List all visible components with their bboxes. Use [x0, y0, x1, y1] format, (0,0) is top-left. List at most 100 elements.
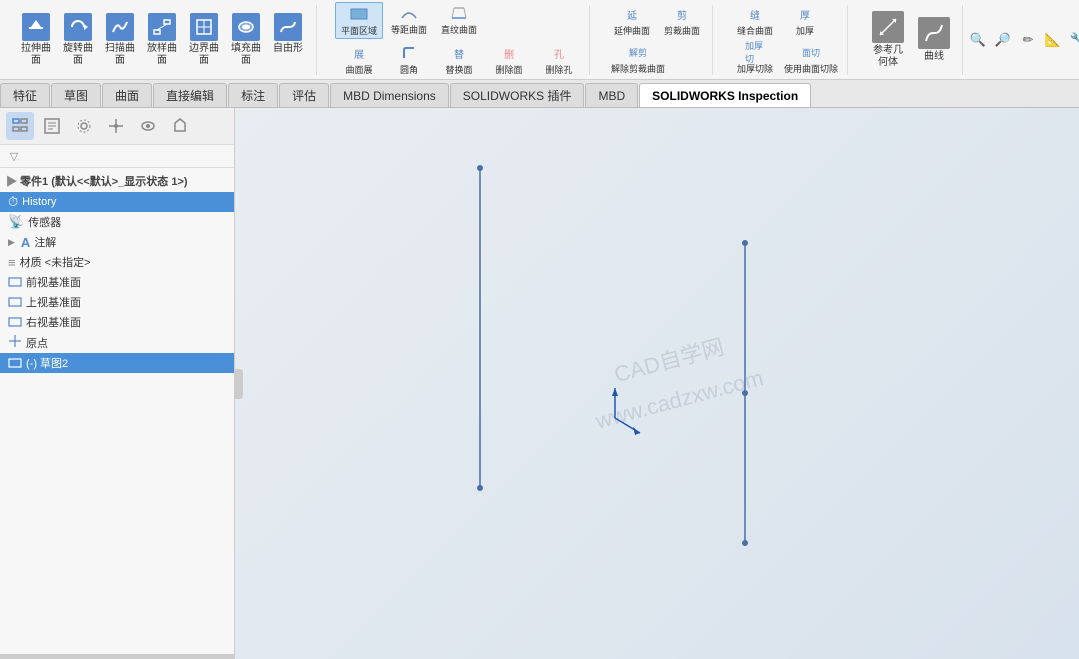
annotation-chevron: ▶ — [8, 237, 15, 248]
material-label: 材质 <未指定> — [20, 254, 226, 270]
front-plane-icon — [8, 275, 22, 290]
tab-solidworks-plugin[interactable]: SOLIDWORKS 插件 — [450, 83, 585, 107]
loft-surface-btn[interactable]: 放样曲面 — [142, 11, 182, 69]
rotate-surface-btn[interactable]: 旋转曲面 — [58, 11, 98, 69]
edit-icon[interactable]: ✏ — [1017, 29, 1039, 51]
tab-dimension[interactable]: 标注 — [228, 83, 278, 107]
canvas-area[interactable]: CAD自学网www.cadzxw.com — [235, 108, 1079, 659]
thicken-btn[interactable]: 厚 加厚 — [781, 3, 829, 38]
settings-icon[interactable]: 🔧 — [1067, 29, 1079, 51]
fillet-icon — [399, 43, 419, 63]
trim-surface-label: 剪裁曲面 — [664, 24, 700, 37]
watermark: CAD自学网www.cadzxw.com — [581, 319, 768, 440]
sensor-icon: 📡 — [8, 214, 24, 230]
sidebar-resize-handle[interactable] — [0, 654, 234, 659]
search-icon[interactable]: 🔍 — [967, 29, 989, 51]
plane-region-label: 平面区域 — [341, 24, 377, 37]
freeform-btn[interactable]: 自由形 — [268, 11, 308, 69]
reference-geometry-btn[interactable]: 参考几何体 — [868, 9, 908, 71]
extend-surface-btn[interactable]: 延 延伸曲面 — [608, 3, 656, 38]
pull-surface-btn[interactable]: 拉伸曲面 — [16, 11, 56, 69]
top-plane-icon — [8, 295, 22, 310]
tree-item-sensor[interactable]: 📡 传感器 — [0, 212, 234, 232]
tree-item-right-plane[interactable]: 右视基准面 — [0, 312, 234, 332]
knit-surface-btn[interactable]: 缝 缝合曲面 — [731, 3, 779, 38]
display-icon-btn[interactable] — [134, 112, 162, 140]
fill-surface-btn[interactable]: 填充曲面 — [226, 11, 266, 69]
tab-mbd-dimensions[interactable]: MBD Dimensions — [330, 83, 449, 107]
untrim-surface-btn[interactable]: 解剪 解除剪裁曲面 — [608, 41, 668, 76]
origin-icon-btn[interactable] — [102, 112, 130, 140]
tab-direct-edit[interactable]: 直接编辑 — [153, 83, 227, 107]
right-plane-label: 右视基准面 — [26, 314, 226, 330]
tab-feature[interactable]: 特征 — [0, 83, 50, 107]
root-expand-arrow[interactable]: ▶ — [6, 176, 17, 188]
sketch2-icon — [8, 356, 22, 371]
tree-item-material[interactable]: ≡ 材质 <未指定> — [0, 252, 234, 272]
delete-hole-icon: 孔 — [549, 43, 569, 63]
surface-expand-btn[interactable]: 展 曲面展 — [335, 42, 383, 77]
tree-item-sketch2[interactable]: (-) 草图2 — [0, 353, 234, 373]
ruled-surface-icon — [449, 3, 469, 23]
delete-face-label: 删除面 — [495, 63, 522, 76]
tree-root-label: ▶ 零件1 (默认<<默认>_显示状态 1>) — [0, 170, 234, 192]
knit-bottom: 加厚切 加厚切除 面切 使用曲面切除 — [731, 41, 841, 76]
boundary-surface-label: 边界曲面 — [189, 43, 219, 67]
canvas-resize-handle[interactable] — [235, 369, 243, 399]
origin-item-label: 原点 — [26, 335, 226, 351]
tree-item-annotation[interactable]: ▶ A 注解 — [0, 232, 234, 252]
tree-item-history[interactable]: ⏱ History — [0, 192, 234, 212]
tree-item-top-plane[interactable]: 上视基准面 — [0, 292, 234, 312]
knit-group: 缝 缝合曲面 厚 加厚 加厚切 加厚切除 面切 使用曲面切除 — [725, 5, 848, 75]
sketch-overlay — [235, 108, 1079, 659]
scan-surface-btn[interactable]: 扫描曲面 — [100, 11, 140, 69]
delete-face-btn[interactable]: 删 删除面 — [485, 42, 533, 77]
plane-region-btn[interactable]: 平面区域 — [335, 2, 383, 39]
delete-face-icon: 删 — [499, 43, 519, 63]
feature-tree-icon-btn[interactable] — [6, 112, 34, 140]
tab-sketch[interactable]: 草图 — [51, 83, 101, 107]
trim-surface-btn[interactable]: 剪 剪裁曲面 — [658, 3, 706, 38]
boundary-surface-btn[interactable]: 边界曲面 — [184, 11, 224, 69]
fillet-label: 圆角 — [400, 63, 418, 76]
measure-icon[interactable]: 📐 — [1042, 29, 1064, 51]
pull-surface-label: 拉伸曲面 — [21, 43, 51, 67]
freeform-label: 自由形 — [273, 43, 303, 55]
thicken-label: 加厚 — [796, 24, 814, 37]
appearance-icon-btn[interactable] — [166, 112, 194, 140]
thicken-cut-btn[interactable]: 加厚切 加厚切除 — [731, 41, 779, 76]
scan-surface-label: 扫描曲面 — [105, 43, 135, 67]
surface-cut-icon: 面切 — [801, 42, 821, 62]
curve-label: 曲线 — [924, 51, 944, 63]
surface-ops-top: 平面区域 等距曲面 直纹曲面 — [335, 2, 583, 39]
zoom-icon[interactable]: 🔎 — [992, 29, 1014, 51]
tab-solidworks-inspection[interactable]: SOLIDWORKS Inspection — [639, 83, 811, 107]
config-icon-btn[interactable] — [70, 112, 98, 140]
top-toolbar: 拉伸曲面 旋转曲面 扫描曲面 放样曲面 — [0, 0, 1079, 80]
fill-surface-icon — [232, 13, 260, 41]
sketch2-label: (-) 草图2 — [26, 355, 226, 371]
tab-mbd[interactable]: MBD — [585, 83, 638, 107]
thicken-icon: 厚 — [795, 4, 815, 24]
toolbar-right-icons: 🔍 🔎 ✏ 📐 🔧 💾 ⬜ 👁 — [967, 29, 1079, 51]
fill-surface-label: 填充曲面 — [231, 43, 261, 67]
fillet-btn[interactable]: 圆角 — [385, 42, 433, 77]
sidebar-icon-row — [0, 108, 234, 145]
tree-item-origin[interactable]: 原点 — [0, 332, 234, 353]
ruled-surface-btn[interactable]: 直纹曲面 — [435, 2, 483, 39]
scan-surface-icon — [106, 13, 134, 41]
sidebar-tree: ▶ 零件1 (默认<<默认>_显示状态 1>) ⏱ History 📡 传感器 … — [0, 168, 234, 654]
curve-btn[interactable]: 曲线 — [914, 15, 954, 65]
surface-cut-btn[interactable]: 面切 使用曲面切除 — [781, 41, 841, 76]
extend-surface-label: 延伸曲面 — [614, 24, 650, 37]
offset-surface-btn[interactable]: 等距曲面 — [385, 2, 433, 39]
tree-item-front-plane[interactable]: 前视基准面 — [0, 272, 234, 292]
tab-evaluate[interactable]: 评估 — [279, 83, 329, 107]
delete-hole-btn[interactable]: 孔 删除孔 — [535, 42, 583, 77]
rotate-surface-icon — [64, 13, 92, 41]
property-icon-btn[interactable] — [38, 112, 66, 140]
replace-face-btn[interactable]: 替 替换面 — [435, 42, 483, 77]
tab-surface[interactable]: 曲面 — [102, 83, 152, 107]
history-icon: ⏱ — [8, 194, 18, 210]
surface-buttons-row: 拉伸曲面 旋转曲面 扫描曲面 放样曲面 — [16, 11, 308, 69]
